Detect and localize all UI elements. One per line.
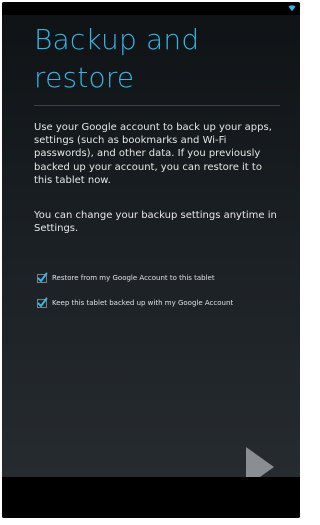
tablet-screen: Backup and restore Use your Google accou… [2,2,300,518]
status-bar [2,2,300,15]
backup-option[interactable]: Keep this tablet backed up with my Googl… [36,296,233,310]
navigation-bar [2,477,300,518]
settings-note-text: You can change your backup settings anyt… [34,210,277,235]
wifi-icon [288,5,296,12]
title-divider [34,105,280,106]
backup-checkbox[interactable] [36,297,48,309]
restore-option-label: Restore from my Google Account to this t… [52,274,215,282]
backup-option-label: Keep this tablet backed up with my Googl… [52,299,234,307]
page-title: Backup and restore [34,23,200,94]
restore-checkbox[interactable] [36,272,48,284]
restore-option[interactable]: Restore from my Google Account to this t… [36,271,215,285]
description-text: Use your Google account to back up your … [34,122,272,186]
setup-wizard-page: Backup and restore Use your Google accou… [2,15,300,487]
